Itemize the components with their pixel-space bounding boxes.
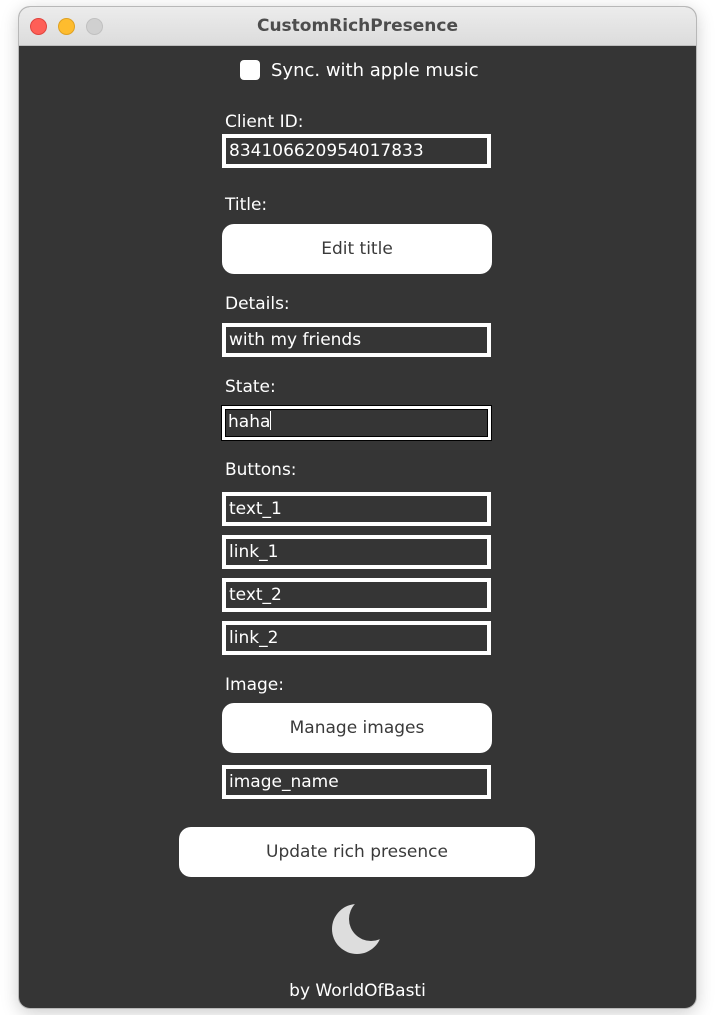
button-1-link-field[interactable]: link_1 (222, 535, 491, 569)
title-label: Title: (225, 195, 268, 215)
main-content: Sync. with apple music Client ID: 834106… (19, 46, 696, 1008)
button-2-link-field[interactable]: link_2 (222, 621, 491, 655)
title-bar[interactable]: CustomRichPresence (19, 7, 696, 46)
manage-images-button[interactable]: Manage images (222, 703, 492, 753)
image-label: Image: (225, 675, 284, 695)
details-label: Details: (225, 294, 290, 314)
update-rich-presence-button[interactable]: Update rich presence (179, 827, 535, 877)
sync-apple-music-label: Sync. with apple music (271, 59, 479, 81)
image-name-field[interactable]: image_name (222, 765, 491, 799)
window-title: CustomRichPresence (256, 16, 459, 36)
sync-apple-music-checkbox[interactable] (240, 60, 260, 80)
state-field-value: haha (228, 412, 271, 432)
text-caret (270, 411, 272, 430)
moon-icon[interactable] (332, 902, 384, 956)
state-field[interactable]: haha (222, 406, 491, 440)
app-window: CustomRichPresence Sync. with apple musi… (19, 7, 696, 1008)
author-credit: by WorldOfBasti (289, 981, 426, 1001)
client-id-field[interactable]: 834106620954017833 (222, 134, 491, 168)
client-id-label: Client ID: (225, 112, 304, 132)
details-field[interactable]: with my friends (222, 323, 491, 357)
button-1-text-field[interactable]: text_1 (222, 492, 491, 526)
buttons-label: Buttons: (225, 460, 297, 480)
button-2-text-field[interactable]: text_2 (222, 578, 491, 612)
sync-apple-music-row[interactable]: Sync. with apple music (240, 59, 479, 81)
state-label: State: (225, 377, 276, 397)
moon-icon-svg (332, 904, 382, 954)
edit-title-button[interactable]: Edit title (222, 224, 492, 274)
